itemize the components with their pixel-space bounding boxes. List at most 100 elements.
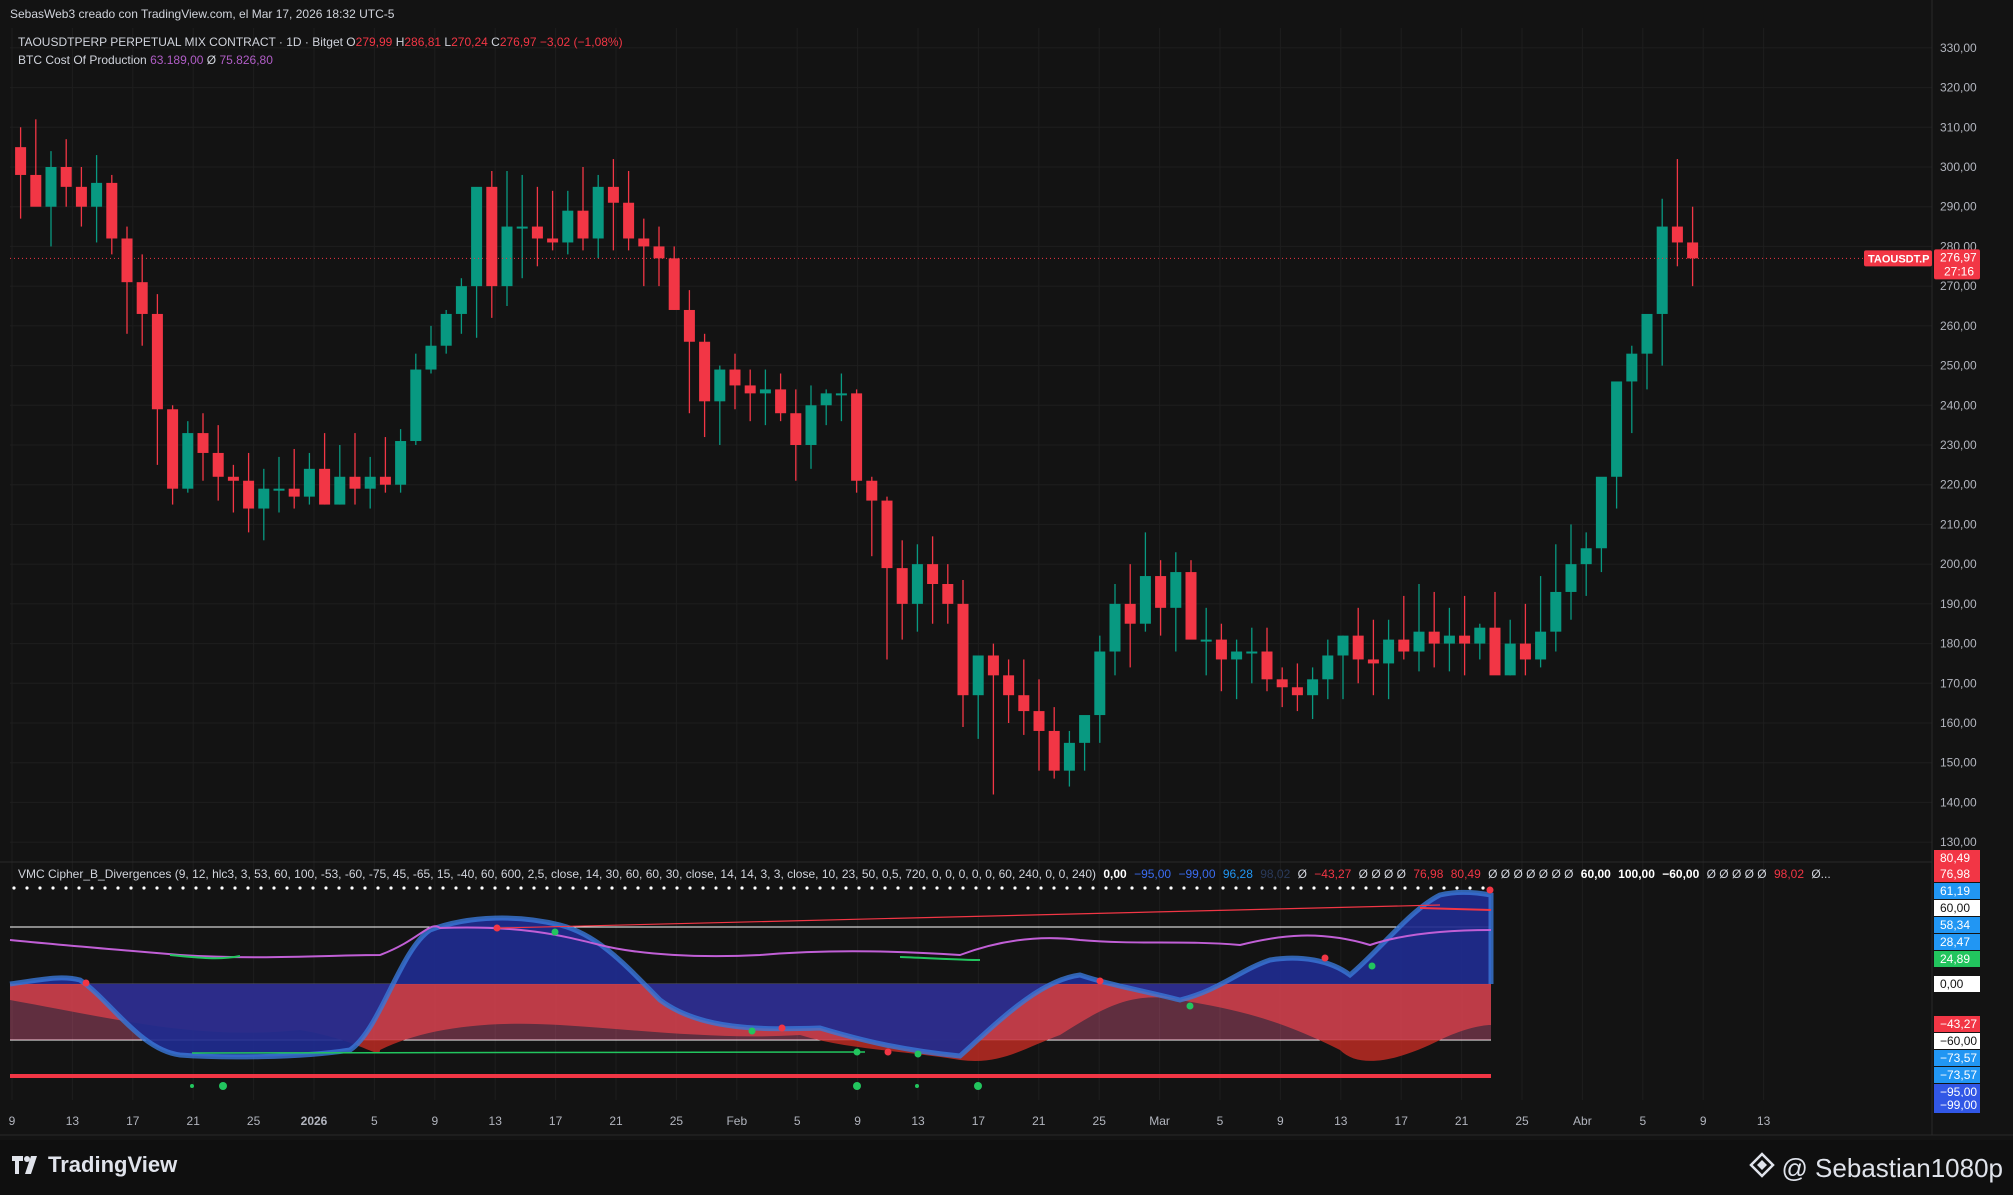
vmc-value: −95,00: [1134, 867, 1172, 881]
vmc-value: 98,02: [1773, 867, 1804, 881]
time-tick-label: 9: [431, 1114, 438, 1128]
candle-body: [167, 409, 179, 489]
price-tick-label: 150,00: [1940, 756, 1977, 770]
osc-dot: [597, 886, 601, 890]
tradingview-logo[interactable]: TradingView: [12, 1152, 177, 1178]
signal-dot: [853, 1048, 861, 1056]
vmc-value: 60,00: [1580, 867, 1611, 881]
candle-body: [1033, 711, 1045, 731]
time-tick-label: 13: [66, 1114, 80, 1128]
buy-dot: [190, 1084, 194, 1088]
osc-dot: [363, 886, 367, 890]
osc-dot: [688, 886, 692, 890]
osc-dot: [610, 886, 614, 890]
time-tick-label: 21: [187, 1114, 201, 1128]
osc-dot: [1273, 886, 1277, 890]
symbol-title: TAOUSDTPERP PERPETUAL MIX CONTRACT · 1D …: [18, 35, 343, 49]
osc-dot: [142, 886, 146, 890]
candle-body: [668, 258, 680, 310]
candle-body: [1276, 679, 1288, 688]
osc-dot: [1234, 886, 1238, 890]
price-tick-label: 170,00: [1940, 676, 1977, 690]
osc-dot: [1091, 886, 1095, 890]
author-name: @ Sebastian1080p: [1781, 1153, 2003, 1183]
signal-dot: [748, 1027, 756, 1035]
candle-body: [683, 309, 695, 342]
candle-body: [820, 393, 832, 406]
vmc-value: 80,49: [1450, 867, 1481, 881]
osc-dot: [467, 886, 471, 890]
symbol-legend[interactable]: TAOUSDTPERP PERPETUAL MIX CONTRACT · 1D …: [18, 35, 623, 49]
signal-dot: [1368, 962, 1376, 970]
price-chart[interactable]: 330,00320,00310,00300,00290,00280,00270,…: [0, 0, 2013, 1195]
candle-body: [1139, 576, 1151, 624]
osc-dot: [1117, 886, 1121, 890]
candle-body: [1246, 651, 1258, 654]
price-tick-label: 260,00: [1940, 319, 1977, 333]
vmc-value: 0,00: [1103, 867, 1127, 881]
osc-dot: [1468, 886, 1472, 890]
signal-dot: [82, 979, 90, 987]
osc-dot: [90, 886, 94, 890]
price-tick-label: 180,00: [1940, 637, 1977, 651]
time-tick-label: 17: [1395, 1114, 1409, 1128]
signal-dot: [1486, 886, 1494, 894]
osc-dot: [1156, 886, 1160, 890]
open-label: O: [346, 35, 356, 49]
vmc-value: 100,00: [1618, 867, 1655, 881]
price-tick-label: 270,00: [1940, 279, 1977, 293]
osc-dot: [233, 886, 237, 890]
time-tick-label: 13: [489, 1114, 503, 1128]
osc-dot: [1481, 886, 1485, 890]
osc-dot: [805, 886, 809, 890]
price-tick-label: 210,00: [1940, 517, 1977, 531]
osc-dot: [1416, 886, 1420, 890]
osc-dot: [714, 886, 718, 890]
vmc-value: −60,00: [1662, 867, 1700, 881]
osc-dot: [246, 886, 250, 890]
signal-dot: [1186, 1002, 1194, 1010]
candle-body: [531, 226, 543, 239]
candle-body: [1595, 476, 1607, 549]
candle-body: [379, 476, 391, 485]
candle-body: [775, 389, 787, 414]
candle-body: [896, 568, 908, 604]
time-tick-label: 13: [911, 1114, 925, 1128]
tradingview-icon: [12, 1156, 42, 1174]
candle-body: [790, 413, 802, 445]
osc-dot: [1364, 886, 1368, 890]
candle-body: [866, 480, 878, 501]
price-tick-label: 190,00: [1940, 597, 1977, 611]
osc-dot: [870, 886, 874, 890]
indicator-name: BTC Cost Of Production: [18, 53, 147, 67]
divergence-line: [191, 1051, 866, 1054]
candle-body: [1079, 715, 1091, 743]
candle-body: [653, 246, 665, 259]
change-value: −3,02 (−1,08%): [539, 35, 623, 49]
osc-dot: [636, 886, 640, 890]
osc-axis-label: −43,27: [1940, 1017, 1977, 1031]
osc-dot: [181, 886, 185, 890]
candle-body: [303, 468, 315, 497]
vmc-legend[interactable]: VMC Cipher_B_Divergences (9, 12, hlc3, 3…: [18, 867, 1835, 881]
chart-caption: SebasWeb3 creado con TradingView.com, el…: [10, 7, 395, 21]
osc-axis-label: −95,00: [1940, 1085, 1977, 1099]
osc-dot: [454, 886, 458, 890]
osc-dot: [103, 886, 107, 890]
candle-body: [699, 341, 711, 402]
candle-body: [1626, 353, 1638, 382]
osc-dot: [506, 886, 510, 890]
candle-body: [516, 226, 528, 229]
candle-body: [486, 186, 498, 287]
osc-dot: [818, 886, 822, 890]
buy-dot: [853, 1082, 861, 1090]
time-tick-label: Mar: [1149, 1114, 1170, 1128]
author-credit[interactable]: @ Sebastian1080p: [1749, 1152, 2003, 1185]
osc-dot: [1195, 886, 1199, 890]
osc-dot: [298, 886, 302, 890]
indicator-legend[interactable]: BTC Cost Of Production 63.189,00 Ø 75.82…: [18, 53, 273, 67]
osc-dot: [1000, 886, 1004, 890]
candle-body: [638, 238, 650, 247]
candle-body: [15, 147, 27, 175]
candle-body: [60, 167, 72, 187]
